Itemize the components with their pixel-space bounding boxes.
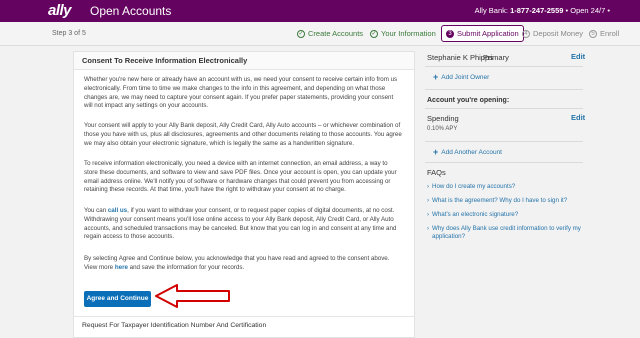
consent-paragraph-5: By selecting Agree and Continue below, y… — [84, 255, 402, 273]
opening-label: Account you're opening: — [427, 97, 510, 104]
divider — [425, 162, 583, 163]
plus-icon: + — [433, 147, 439, 157]
edit-owner-link[interactable]: Edit — [571, 52, 585, 61]
view-more-link[interactable]: here — [115, 264, 128, 271]
step-number-icon: 5 — [589, 29, 597, 38]
divider — [425, 108, 583, 109]
step-deposit-money: 4 Deposit Money — [522, 29, 583, 38]
top-header-bar: ally Open Accounts Ally Bank: 1-877-247-… — [0, 0, 640, 22]
divider — [425, 66, 583, 67]
step-label: Submit Application — [457, 29, 519, 38]
consent-header: Consent To Receive Information Electroni… — [74, 52, 414, 70]
taxpayer-section-title[interactable]: Request For Taxpayer Identification Numb… — [82, 322, 266, 329]
faq-text: How do I create my accounts? — [432, 183, 516, 190]
step-submit-application[interactable]: 3 Submit Application — [441, 25, 524, 42]
consent-paragraph-1: Whether you're new here or already have … — [84, 76, 398, 110]
chevron-right-icon: › — [427, 198, 429, 204]
faq-link[interactable]: › Why does Ally Bank use credit informat… — [427, 225, 585, 241]
account-name: Spending — [427, 114, 459, 123]
step-create-accounts[interactable]: ✓ Create Accounts — [297, 29, 363, 38]
faq-text: What is the agreement? Why do I have to … — [432, 197, 568, 204]
faq-link[interactable]: › What is the agreement? Why do I have t… — [427, 197, 585, 205]
faq-text: Why does Ally Bank use credit informatio… — [432, 225, 581, 240]
app-title: Open Accounts — [90, 4, 172, 18]
owner-role: Primary — [483, 53, 509, 62]
red-arrow-annotation — [155, 284, 230, 308]
p4-text-before: You can — [84, 207, 108, 214]
chevron-right-icon: › — [427, 184, 429, 190]
faq-link[interactable]: › What's an electronic signature? — [427, 211, 585, 219]
call-us-link[interactable]: call us — [108, 207, 127, 214]
add-joint-owner-label: Add Joint Owner — [441, 73, 490, 81]
step-your-information[interactable]: ✓ Your Information — [370, 29, 436, 38]
bank-label: Ally Bank: — [474, 6, 508, 15]
current-step-icon: 3 — [446, 29, 454, 38]
consent-paragraph-3: To receive information electronically, y… — [84, 160, 397, 194]
p4-text-after: , if you want to withdraw your consent, … — [84, 207, 397, 241]
step-count: Step 3 of 5 — [52, 30, 86, 37]
check-circle-icon: ✓ — [297, 29, 305, 38]
step-label: Enroll — [600, 29, 620, 38]
check-circle-icon: ✓ — [370, 29, 378, 38]
p5-text-after: and save the information for your record… — [127, 263, 245, 271]
edit-account-link[interactable]: Edit — [571, 113, 585, 122]
application-sidebar: Stephanie K Phipps Primary Edit + Add Jo… — [425, 46, 585, 338]
step-number-icon: 4 — [522, 29, 530, 38]
chevron-right-icon: › — [427, 226, 429, 232]
hours-text: • Open 24/7 • — [565, 6, 610, 15]
step-label: Your Information — [381, 29, 436, 38]
add-another-account-label: Add Another Account — [441, 148, 502, 156]
faq-title: FAQs — [427, 168, 446, 177]
faq-link[interactable]: › How do I create my accounts? — [427, 183, 585, 191]
account-apy: 0.10% APY — [427, 126, 458, 132]
consent-card: Consent To Receive Information Electroni… — [73, 51, 415, 338]
chevron-right-icon: › — [427, 212, 429, 218]
main-content: Consent To Receive Information Electroni… — [0, 46, 640, 338]
faq-text: What's an electronic signature? — [432, 211, 519, 218]
consent-title: Consent To Receive Information Electroni… — [82, 56, 248, 65]
step-enroll: 5 Enroll — [589, 29, 619, 38]
plus-icon: + — [433, 72, 439, 82]
add-joint-owner-link[interactable]: + Add Joint Owner — [433, 72, 489, 82]
step-label: Create Accounts — [308, 29, 364, 38]
divider — [74, 316, 414, 317]
step-label: Deposit Money — [533, 29, 584, 38]
agree-and-continue-button[interactable]: Agree and Continue — [84, 291, 151, 307]
contact-info: Ally Bank: 1-877-247-2559 • Open 24/7 • — [475, 6, 610, 15]
ally-logo[interactable]: ally — [48, 2, 72, 19]
add-another-account-link[interactable]: + Add Another Account — [433, 147, 502, 157]
consent-paragraph-4: You can call us, if you want to withdraw… — [84, 207, 402, 242]
phone-number[interactable]: 1-877-247-2559 — [510, 6, 563, 15]
consent-paragraph-2: Your consent will apply to your Ally Ban… — [84, 122, 402, 147]
progress-steps-bar: Step 3 of 5 ✓ Create Accounts ✓ Your Inf… — [0, 22, 640, 46]
divider — [425, 89, 583, 90]
divider — [425, 141, 583, 142]
